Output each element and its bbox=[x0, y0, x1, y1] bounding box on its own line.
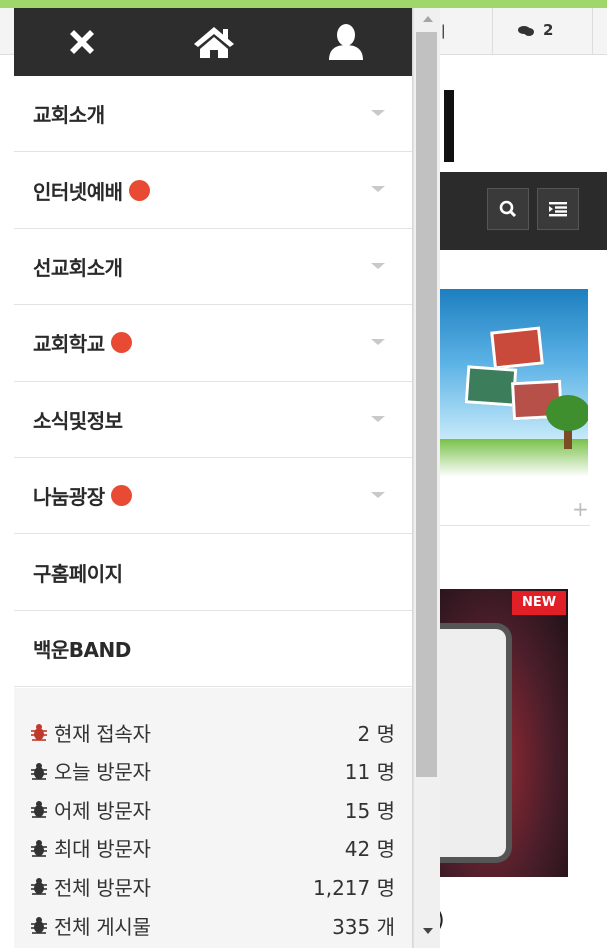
menu-item-label: 인터넷예배 bbox=[33, 179, 123, 204]
stat-value: 2 명 bbox=[357, 721, 395, 746]
divider bbox=[592, 8, 593, 55]
new-indicator-dot bbox=[110, 485, 132, 507]
visitor-stats: 현재 접속자 2 명오늘 방문자 11 명어제 방문자 15 명최대 방문자 42 명전… bbox=[14, 688, 412, 948]
stat-value: 1,217 명 bbox=[312, 875, 395, 900]
scroll-down-button[interactable] bbox=[414, 920, 441, 942]
stat-row: 전체 게시물 335 개 bbox=[30, 909, 395, 941]
stat-label: 전체 방문자 bbox=[54, 875, 151, 900]
chevron-down-icon[interactable] bbox=[371, 491, 385, 498]
scroll-thumb[interactable] bbox=[416, 32, 437, 777]
stat-value: 11 명 bbox=[344, 760, 395, 785]
chevron-down-icon[interactable] bbox=[371, 262, 385, 269]
chevron-down-icon[interactable] bbox=[371, 186, 385, 193]
stat-label: 어제 방문자 bbox=[54, 798, 151, 823]
stat-row: 전체 방문자 1,217 명 bbox=[30, 870, 395, 902]
comment-icon bbox=[518, 25, 534, 36]
stat-row: 현재 접속자 2 명 bbox=[30, 716, 395, 748]
scroll-up-button[interactable] bbox=[414, 8, 441, 30]
side-drawer: 교회소개인터넷예배선교회소개교회학교소식및정보나눔광장구홈페이지백운BAND 현… bbox=[14, 8, 413, 948]
menu-item[interactable]: 소식및정보 bbox=[14, 381, 412, 458]
home-icon bbox=[194, 27, 234, 58]
scrollbar[interactable] bbox=[413, 8, 440, 948]
logo-fragment bbox=[444, 90, 454, 162]
stat-row: 오늘 방문자 11 명 bbox=[30, 755, 395, 787]
menu-item[interactable]: 교회학교 bbox=[14, 305, 412, 382]
arrow-down-icon bbox=[422, 928, 433, 934]
menu-item-label: 나눔광장 bbox=[33, 485, 105, 510]
new-indicator-dot bbox=[110, 332, 132, 354]
menu-item[interactable]: 인터넷예배 bbox=[14, 152, 412, 229]
menu-item[interactable]: 교회소개 bbox=[14, 76, 412, 153]
menu-toggle-button[interactable] bbox=[537, 188, 579, 230]
menu-item[interactable]: 나눔광장 bbox=[14, 457, 412, 535]
bug-icon bbox=[31, 724, 47, 741]
chevron-down-icon[interactable] bbox=[371, 339, 385, 346]
new-indicator-dot bbox=[128, 179, 150, 201]
search-icon bbox=[499, 200, 517, 218]
close-button[interactable] bbox=[58, 20, 106, 64]
bug-icon bbox=[31, 839, 47, 857]
menu-list: 교회소개인터넷예배선교회소개교회학교소식및정보나눔광장구홈페이지백운BAND bbox=[14, 76, 412, 688]
search-button[interactable] bbox=[487, 188, 529, 230]
new-badge: NEW bbox=[512, 591, 566, 615]
drawer-header bbox=[14, 8, 412, 76]
banner-photo bbox=[490, 326, 544, 370]
tablet-screen bbox=[440, 623, 512, 863]
indent-menu-icon bbox=[549, 202, 567, 217]
stat-row: 최대 방문자 42 명 bbox=[30, 832, 395, 864]
menu-item-label: 구홈페이지 bbox=[33, 561, 123, 586]
stat-value: 15 명 bbox=[344, 798, 395, 823]
expand-plus-icon[interactable]: + bbox=[572, 497, 589, 521]
menu-item-label: 선교회소개 bbox=[33, 255, 123, 280]
bug-icon bbox=[31, 801, 47, 818]
stat-label: 최대 방문자 bbox=[54, 837, 151, 862]
banner-image[interactable] bbox=[440, 289, 588, 477]
chevron-down-icon[interactable] bbox=[371, 110, 385, 116]
menu-item-label: 교회소개 bbox=[33, 103, 105, 128]
bug-icon bbox=[31, 762, 47, 780]
video-thumbnail[interactable] bbox=[440, 589, 568, 877]
home-button[interactable] bbox=[190, 20, 238, 64]
divider bbox=[492, 8, 493, 55]
menu-item-label: 백운BAND bbox=[33, 637, 131, 662]
menu-item[interactable]: 구홈페이지 bbox=[14, 534, 412, 611]
menu-item-label: 교회학교 bbox=[33, 332, 105, 357]
banner-photo bbox=[464, 365, 518, 407]
divider bbox=[440, 525, 590, 526]
bug-icon bbox=[31, 878, 47, 896]
stat-value: 42 명 bbox=[344, 837, 395, 862]
comment-count: 2 bbox=[543, 21, 554, 39]
stat-label: 오늘 방문자 bbox=[54, 760, 151, 785]
bug-icon bbox=[31, 917, 47, 934]
chevron-down-icon[interactable] bbox=[371, 415, 385, 422]
stat-label: 전체 게시물 bbox=[54, 914, 151, 939]
comment-count-link[interactable]: 2 bbox=[517, 21, 553, 39]
arrow-up-icon bbox=[422, 16, 433, 22]
menu-item[interactable]: 백운BAND bbox=[14, 610, 412, 688]
menu-item-label: 소식및정보 bbox=[33, 408, 123, 433]
close-icon bbox=[70, 30, 94, 54]
stat-value: 335 개 bbox=[332, 914, 395, 939]
user-icon bbox=[329, 24, 363, 60]
stat-row: 어제 방문자 15 명 bbox=[30, 793, 395, 825]
user-button[interactable] bbox=[322, 20, 370, 64]
banner-tree bbox=[546, 395, 588, 431]
menu-item[interactable]: 선교회소개 bbox=[14, 228, 412, 306]
stat-label: 현재 접속자 bbox=[54, 721, 151, 746]
